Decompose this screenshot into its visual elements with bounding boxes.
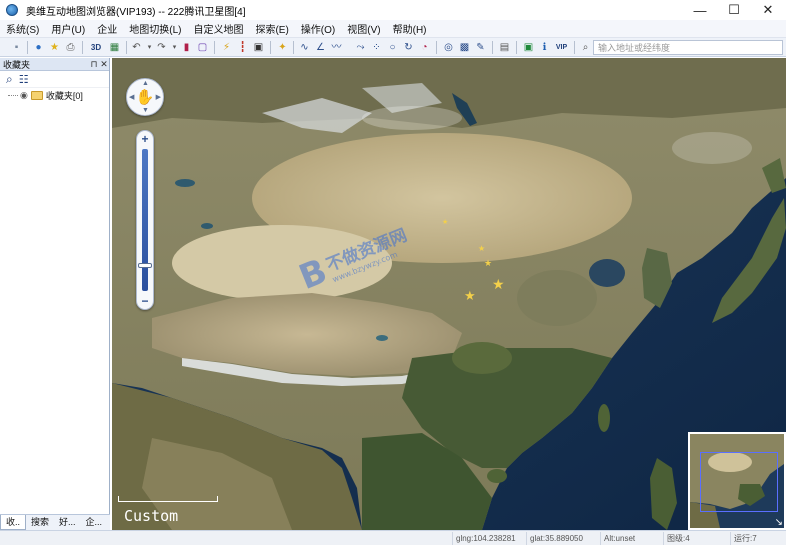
zoom-slider-thumb[interactable] (138, 263, 152, 269)
zoom-out-button[interactable]: − (137, 294, 153, 308)
freehand-icon[interactable]: 〰 (330, 41, 343, 54)
scale-bar (118, 496, 218, 502)
search-icon[interactable]: ⌕ (579, 41, 592, 54)
panel-tabs: 收.. 搜索 好... 企... (0, 514, 110, 530)
minimize-button[interactable]: — (682, 0, 718, 20)
menu-help[interactable]: 帮助(H) (387, 21, 433, 36)
overview-viewport-box[interactable] (700, 452, 778, 512)
map-layer-icon[interactable]: ▦ (108, 41, 121, 54)
zoom-control: + − (136, 130, 154, 310)
tab-search[interactable]: 搜索 (26, 515, 54, 530)
add-marker-icon[interactable]: ✦ (276, 41, 289, 54)
zoom-track[interactable] (142, 149, 148, 291)
status-running: 运行:7 (730, 532, 757, 545)
app-logo-icon (6, 4, 18, 16)
highlight-icon[interactable]: ⚡ (220, 41, 233, 54)
overview-map[interactable]: ↘ (688, 432, 786, 530)
measure-icon[interactable]: ◔ (418, 41, 431, 54)
ruler-icon[interactable]: ┇ (236, 41, 249, 54)
menu-operation[interactable]: 操作(O) (295, 21, 341, 36)
menu-enterprise[interactable]: 企业 (91, 21, 123, 36)
status-altitude: Alt:unset (600, 532, 635, 545)
undo-icon[interactable]: ↶ (130, 41, 143, 54)
tree-item-label: 收藏夹[0] (45, 90, 83, 101)
menu-map-switch[interactable]: 地图切换(L) (123, 21, 187, 36)
toolbar: ▪ ● ★ ⎙ 3D ▦ ↶ ▾ ↷ ▾ ▮ ▢ ⚡ ┇ ▣ ✦ ∿ ∠ 〰 ⤳… (0, 38, 786, 57)
title-bar: 奥维互动地图浏览器(VIP193) -- 222腾讯卫星图[4] — ☐ ✕ (0, 0, 786, 20)
rotate-icon[interactable]: ↻ (402, 41, 415, 54)
chat-icon[interactable]: ▣ (522, 41, 535, 54)
favorite-star-icon[interactable]: ★ (48, 41, 61, 54)
delete-icon[interactable]: ▮ (180, 41, 193, 54)
folder-icon (30, 90, 43, 100)
vip-button[interactable]: VIP (553, 41, 570, 54)
menu-explore[interactable]: 探索(E) (249, 21, 294, 36)
scatter-icon[interactable]: ⁘ (370, 41, 383, 54)
tab-favorites[interactable]: 收.. (0, 515, 27, 530)
image-icon[interactable]: ▩ (458, 41, 471, 54)
panel-header: 收藏夹 ⊓ ✕ (0, 58, 109, 71)
pan-hand-icon: ✋ (135, 89, 155, 106)
status-latitude: glat:35.889050 (526, 532, 583, 545)
3d-button[interactable]: 3D (88, 41, 104, 54)
overview-collapse-icon[interactable]: ↘ (775, 517, 783, 528)
pen-icon[interactable]: ✎ (474, 41, 487, 54)
panel-toolbar: ⌕ ☷ (0, 71, 109, 88)
window-title: 奥维互动地图浏览器(VIP193) -- 222腾讯卫星图[4] (26, 6, 246, 18)
search-input[interactable] (593, 40, 783, 55)
tab-enterprise[interactable]: 企... (81, 515, 108, 530)
tree-view-icon[interactable]: ☷ (19, 73, 29, 86)
tab-friends[interactable]: 好... (54, 515, 81, 530)
circle-icon[interactable]: ○ (386, 41, 399, 54)
satellite-map-image (112, 58, 786, 530)
status-bar: glng:104.238281 glat:35.889050 Alt:unset… (0, 530, 786, 545)
zoom-in-button[interactable]: + (137, 132, 153, 146)
star-marker[interactable]: ★ (492, 276, 505, 293)
menu-user[interactable]: 用户(U) (45, 21, 91, 36)
star-marker[interactable]: ★ (484, 258, 492, 269)
document-icon[interactable]: ▤ (498, 41, 511, 54)
scale-label: Custom (124, 507, 179, 525)
tree-connector (8, 94, 18, 96)
menu-system[interactable]: 系统(S) (0, 21, 45, 36)
pan-right-icon[interactable]: ▶ (156, 93, 161, 101)
pin-icon[interactable]: ⊓ (89, 59, 99, 70)
select-box-icon[interactable]: ▢ (196, 41, 209, 54)
tree-item-favorites[interactable]: ◉ 收藏夹[0] (0, 88, 109, 102)
menu-bar: 系统(S) 用户(U) 企业 地图切换(L) 自定义地图 探索(E) 操作(O)… (0, 20, 786, 38)
eye-icon[interactable]: ◉ (20, 90, 28, 101)
star-marker[interactable]: ★ (464, 288, 476, 304)
status-zoom-level: 图级:4 (663, 532, 690, 545)
maximize-button[interactable]: ☐ (716, 0, 752, 20)
pan-down-icon[interactable]: ▼ (142, 107, 149, 114)
path-icon[interactable]: ⤳ (354, 41, 367, 54)
search-favorites-icon[interactable]: ⌕ (6, 72, 13, 87)
panel-title: 收藏夹 (3, 59, 31, 70)
pan-control[interactable]: ✋ ▲ ▼ ◀ ▶ (126, 78, 164, 116)
frame-icon[interactable]: ▣ (252, 41, 265, 54)
layers-icon[interactable]: ◎ (442, 41, 455, 54)
info-icon[interactable]: ℹ (538, 41, 551, 54)
status-longitude: glng:104.238281 (452, 532, 516, 545)
menu-custom-map[interactable]: 自定义地图 (187, 21, 249, 36)
favorites-panel: 收藏夹 ⊓ ✕ ⌕ ☷ ◉ 收藏夹[0] 收.. 搜索 好... 企... (0, 58, 110, 530)
print-icon[interactable]: ⎙ (64, 41, 77, 54)
save-icon[interactable]: ▪ (10, 41, 23, 54)
map-view[interactable]: B 不做资源网 www.bzywzy.com ★ ★ ★ ★ ★ ✋ ▲ ▼ ◀… (112, 58, 786, 530)
redo-icon[interactable]: ↷ (155, 41, 168, 54)
pan-up-icon[interactable]: ▲ (142, 80, 149, 87)
user-icon[interactable]: ● (32, 41, 45, 54)
angle-icon[interactable]: ∠ (314, 41, 327, 54)
polyline-icon[interactable]: ∿ (298, 41, 311, 54)
star-marker[interactable]: ★ (442, 218, 448, 226)
star-marker[interactable]: ★ (478, 244, 485, 253)
close-button[interactable]: ✕ (750, 0, 786, 20)
panel-close-icon[interactable]: ✕ (99, 59, 109, 70)
menu-view[interactable]: 视图(V) (341, 21, 386, 36)
pan-left-icon[interactable]: ◀ (129, 93, 134, 101)
